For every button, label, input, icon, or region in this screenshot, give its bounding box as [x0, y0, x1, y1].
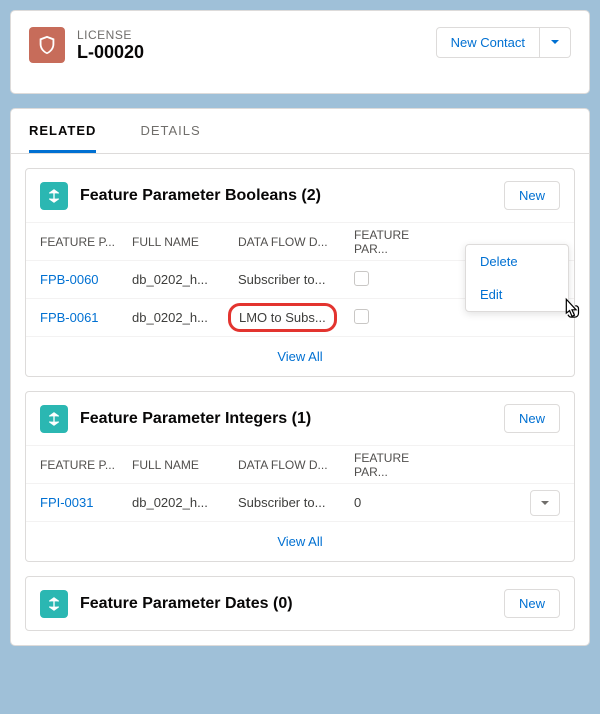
view-all-booleans-link[interactable]: View All	[277, 349, 322, 364]
new-boolean-button[interactable]: New	[504, 181, 560, 210]
record-name: L-00020	[77, 42, 144, 63]
col-data-flow: DATA FLOW D...	[238, 235, 354, 249]
section-dates: Feature Parameter Dates (0) New	[25, 576, 575, 631]
new-contact-button[interactable]: New Contact	[436, 27, 540, 58]
record-header: LICENSE L-00020 New Contact	[10, 10, 590, 94]
tab-details[interactable]: DETAILS	[140, 109, 200, 153]
view-all-integers-link[interactable]: View All	[277, 534, 322, 549]
highlighted-flow-cell: LMO to Subs...	[228, 303, 337, 332]
col-feature-p: FEATURE P...	[40, 458, 132, 472]
section-dates-title: Feature Parameter Dates (0)	[80, 595, 293, 613]
row-actions-button[interactable]	[530, 490, 560, 516]
object-label: LICENSE	[77, 28, 144, 42]
chevron-down-icon	[540, 498, 550, 508]
record-link[interactable]: FPB-0060	[40, 272, 132, 287]
feature-param-icon	[40, 182, 68, 210]
feature-param-icon	[40, 405, 68, 433]
cell-flow: Subscriber to...	[238, 495, 354, 510]
cell-value: 0	[354, 495, 446, 510]
new-integer-button[interactable]: New	[504, 404, 560, 433]
tab-related[interactable]: RELATED	[29, 109, 96, 153]
section-integers: Feature Parameter Integers (1) New FEATU…	[25, 391, 575, 562]
checkbox[interactable]	[354, 309, 369, 324]
section-booleans-title: Feature Parameter Booleans (2)	[80, 187, 321, 205]
record-link[interactable]: FPB-0061	[40, 310, 132, 325]
table-row: FPI-0031 db_0202_h... Subscriber to... 0	[26, 483, 574, 521]
checkbox[interactable]	[354, 271, 369, 286]
menu-item-delete[interactable]: Delete	[466, 245, 568, 278]
license-record-icon	[29, 27, 65, 63]
col-full-name: FULL NAME	[132, 458, 238, 472]
header-actions-dropdown[interactable]	[540, 27, 571, 58]
cell-full-name: db_0202_h...	[132, 495, 238, 510]
cell-flow: Subscriber to...	[238, 272, 354, 287]
col-feature-par: FEATURE PAR...	[354, 228, 446, 256]
record-link[interactable]: FPI-0031	[40, 495, 132, 510]
cursor-icon	[559, 296, 585, 322]
chevron-down-icon	[550, 37, 560, 47]
col-full-name: FULL NAME	[132, 235, 238, 249]
main-panel: RELATED DETAILS Feature Parameter Boolea…	[10, 108, 590, 646]
menu-item-edit[interactable]: Edit	[466, 278, 568, 311]
section-integers-title: Feature Parameter Integers (1)	[80, 410, 311, 428]
col-feature-par: FEATURE PAR...	[354, 451, 446, 479]
table-header-row: FEATURE P... FULL NAME DATA FLOW D... FE…	[26, 445, 574, 483]
col-feature-p: FEATURE P...	[40, 235, 132, 249]
cell-full-name: db_0202_h...	[132, 310, 238, 325]
feature-param-icon	[40, 590, 68, 618]
tab-bar: RELATED DETAILS	[11, 109, 589, 154]
cell-full-name: db_0202_h...	[132, 272, 238, 287]
new-date-button[interactable]: New	[504, 589, 560, 618]
row-action-menu: Delete Edit	[465, 244, 569, 312]
col-data-flow: DATA FLOW D...	[238, 458, 354, 472]
